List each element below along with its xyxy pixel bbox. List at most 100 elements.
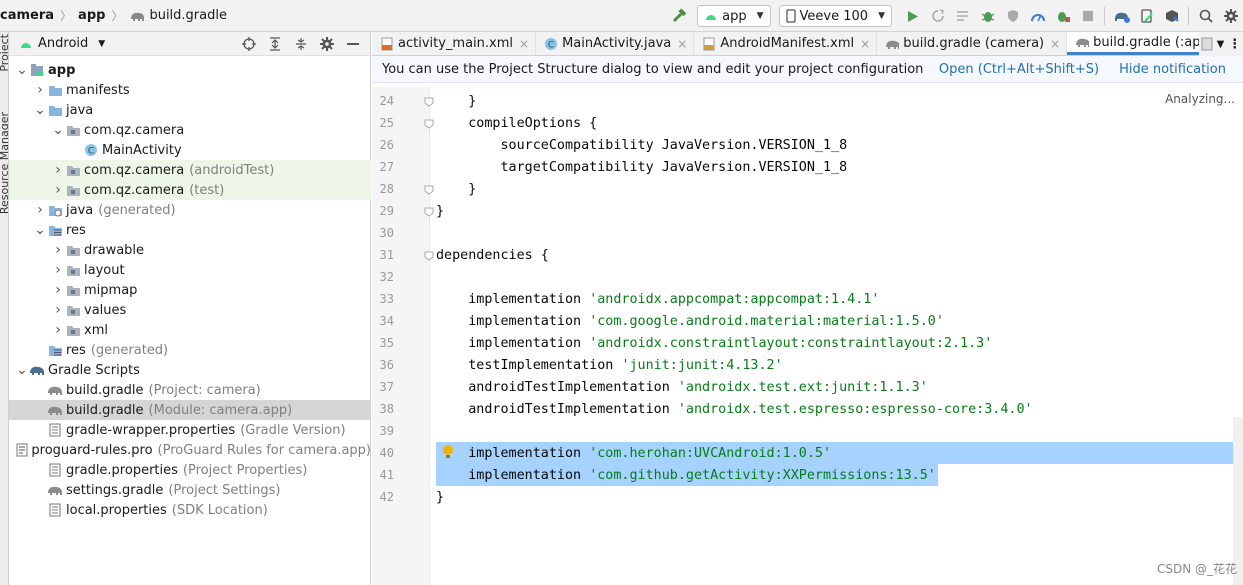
code-line[interactable]: 42}: [372, 486, 1243, 508]
open-project-structure-link[interactable]: Open (Ctrl+Alt+Shift+S): [939, 62, 1099, 77]
sync-gradle-button[interactable]: [1109, 5, 1134, 27]
tree-item[interactable]: C MainActivity: [9, 140, 371, 160]
breadcrumb-project[interactable]: camera: [0, 8, 54, 23]
tree-item[interactable]: › manifests: [9, 80, 371, 100]
close-icon[interactable]: ×: [519, 37, 529, 51]
code-line[interactable]: 25 compileOptions {: [372, 112, 1243, 134]
tree-item[interactable]: › drawable: [9, 240, 371, 260]
editor-tab[interactable]: C MainActivity.java ×: [536, 32, 695, 55]
code-line[interactable]: 31 dependencies {: [372, 244, 1243, 266]
expand-all-button[interactable]: [262, 37, 288, 51]
code-line[interactable]: 33 implementation 'androidx.appcompat:ap…: [372, 288, 1243, 310]
tree-item[interactable]: res (generated): [9, 340, 371, 360]
chevron-down-icon[interactable]: ⌄: [51, 122, 65, 138]
code-line[interactable]: 30: [372, 222, 1243, 244]
code-line[interactable]: 29}: [372, 200, 1243, 222]
editor-tab[interactable]: build.gradle (camera) ×: [877, 32, 1068, 55]
code-editor[interactable]: 24 } 25 compileOptions {26 sourceCompatib…: [372, 87, 1243, 585]
chevron-down-icon[interactable]: ⌄: [33, 222, 47, 238]
tree-item[interactable]: settings.gradle (Project Settings): [9, 480, 371, 500]
breadcrumb-module[interactable]: app: [78, 8, 105, 23]
sdk-manager-button[interactable]: [1159, 5, 1184, 27]
resource-manager-tool-window-button[interactable]: Resource Manager: [0, 112, 8, 214]
gradle-file-icon[interactable]: [1201, 37, 1213, 51]
close-icon[interactable]: ×: [677, 37, 687, 51]
stop-button[interactable]: [1075, 5, 1100, 27]
more-vertical-icon[interactable]: ⋮: [1228, 37, 1241, 52]
tree-item[interactable]: ⌄ app: [9, 60, 371, 80]
chevron-down-icon[interactable]: ⌄: [15, 362, 29, 378]
code-line[interactable]: 38 androidTestImplementation 'androidx.t…: [372, 398, 1243, 420]
locate-file-button[interactable]: [236, 37, 262, 51]
debug-button[interactable]: [975, 5, 1000, 27]
chevron-right-icon[interactable]: ›: [51, 262, 65, 278]
hide-panel-button[interactable]: [340, 42, 366, 46]
fold-marker-icon[interactable]: [424, 118, 434, 129]
tree-item[interactable]: › mipmap: [9, 280, 371, 300]
code-line[interactable]: 40 implementation 'com.herohan:UVCAndroi…: [372, 442, 1243, 464]
fold-marker-icon[interactable]: [424, 250, 434, 261]
code-line[interactable]: 39: [372, 420, 1243, 442]
chevron-right-icon[interactable]: ›: [51, 302, 65, 318]
chevron-right-icon[interactable]: ›: [33, 202, 47, 218]
chevron-right-icon[interactable]: ›: [33, 82, 47, 98]
tree-item[interactable]: gradle-wrapper.properties (Gradle Version…: [9, 420, 371, 440]
run-config-select[interactable]: app ▼: [697, 5, 771, 27]
tree-item[interactable]: › xml: [9, 320, 371, 340]
coverage-button[interactable]: [1000, 5, 1025, 27]
code-line[interactable]: 32: [372, 266, 1243, 288]
tree-item[interactable]: proguard-rules.pro (ProGuard Rules for ca…: [9, 440, 371, 460]
profile-button[interactable]: [1025, 5, 1050, 27]
tree-item[interactable]: ⌄ com.qz.camera: [9, 120, 371, 140]
avd-manager-button[interactable]: [1134, 5, 1159, 27]
project-settings-button[interactable]: [314, 37, 340, 51]
tree-item[interactable]: ⌄ res: [9, 220, 371, 240]
chevron-down-icon[interactable]: ▼: [1217, 39, 1225, 50]
fold-marker-icon[interactable]: [424, 184, 434, 195]
settings-button[interactable]: [1218, 5, 1243, 27]
collapse-all-button[interactable]: [288, 37, 314, 51]
tree-item[interactable]: ⌄ Gradle Scripts: [9, 360, 371, 380]
apply-code-changes-button[interactable]: [950, 5, 975, 27]
attach-debugger-button[interactable]: [1050, 5, 1075, 27]
tree-item[interactable]: local.properties (SDK Location): [9, 500, 371, 520]
editor-tab[interactable]: activity_main.xml ×: [372, 32, 537, 55]
run-button[interactable]: [900, 5, 925, 27]
chevron-right-icon[interactable]: ›: [51, 162, 65, 178]
code-line[interactable]: 24 }: [372, 90, 1243, 112]
device-select[interactable]: Veeve 100 ▼: [778, 5, 892, 27]
code-line[interactable]: 35 implementation 'androidx.constraintla…: [372, 332, 1243, 354]
tree-item[interactable]: › layout: [9, 260, 371, 280]
chevron-right-icon[interactable]: ›: [51, 242, 65, 258]
tree-item[interactable]: build.gradle (Module: camera.app): [9, 400, 371, 420]
code-line[interactable]: 27 targetCompatibility JavaVersion.VERSI…: [372, 156, 1243, 178]
code-line[interactable]: 37 androidTestImplementation 'androidx.t…: [372, 376, 1243, 398]
hide-notification-link[interactable]: Hide notification: [1119, 62, 1226, 77]
search-everywhere-button[interactable]: [1193, 5, 1218, 27]
code-line[interactable]: 28 }: [372, 178, 1243, 200]
fold-marker-icon[interactable]: [424, 206, 434, 217]
code-line[interactable]: 26 sourceCompatibility JavaVersion.VERSI…: [372, 134, 1243, 156]
chevron-right-icon[interactable]: ›: [51, 282, 65, 298]
code-line[interactable]: 36 testImplementation 'junit:junit:4.13.…: [372, 354, 1243, 376]
project-view-select[interactable]: Android ▼: [19, 36, 105, 51]
tree-item[interactable]: › com.qz.camera (test): [9, 180, 371, 200]
breadcrumb-file[interactable]: build.gradle: [129, 8, 227, 23]
code-line[interactable]: 41 implementation 'com.github.getActivit…: [372, 464, 1243, 486]
editor-tab[interactable]: AndroidManifest.xml ×: [694, 32, 878, 55]
apply-changes-button[interactable]: [925, 5, 950, 27]
chevron-down-icon[interactable]: ⌄: [33, 102, 47, 118]
make-project-button[interactable]: [669, 5, 691, 27]
close-icon[interactable]: ×: [1050, 37, 1060, 51]
lightbulb-icon[interactable]: [442, 444, 456, 460]
chevron-right-icon[interactable]: ›: [51, 322, 65, 338]
tree-item[interactable]: › java (generated): [9, 200, 371, 220]
code-line[interactable]: 34 implementation 'com.google.android.ma…: [372, 310, 1243, 332]
chevron-down-icon[interactable]: ⌄: [15, 62, 29, 78]
tree-item[interactable]: › values: [9, 300, 371, 320]
tree-item[interactable]: ⌄ java: [9, 100, 371, 120]
tree-item[interactable]: gradle.properties (Project Properties): [9, 460, 371, 480]
project-tool-window-button[interactable]: Project: [0, 34, 8, 72]
tree-item[interactable]: › com.qz.camera (androidTest): [9, 160, 371, 180]
chevron-right-icon[interactable]: ›: [51, 182, 65, 198]
